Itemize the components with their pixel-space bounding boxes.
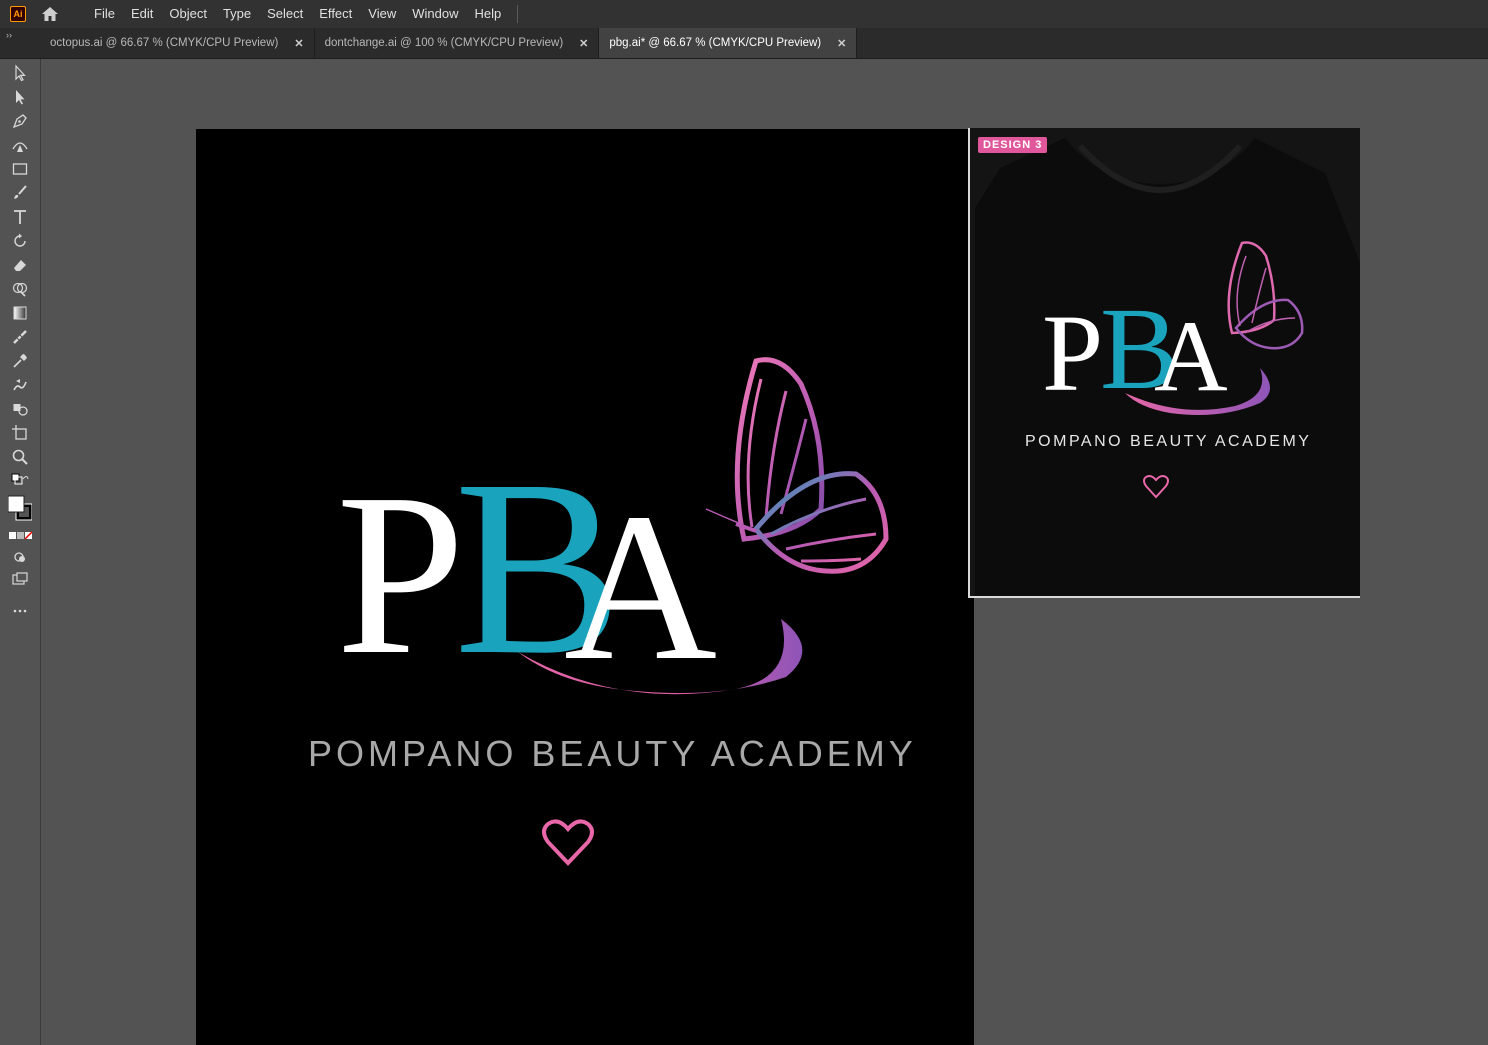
- close-icon[interactable]: ✕: [294, 37, 303, 50]
- more-tools-icon[interactable]: [8, 601, 32, 621]
- blend-icon[interactable]: [8, 375, 32, 395]
- panel-expand-icon[interactable]: ››: [6, 30, 12, 40]
- reference-image[interactable]: DESIGN 3 P B A POMPANO BEAUTY ACADEMY: [968, 128, 1360, 598]
- fill-stroke-icon[interactable]: [8, 491, 32, 527]
- measure-icon[interactable]: [8, 327, 32, 347]
- type-icon[interactable]: [8, 207, 32, 227]
- direct-selection-icon[interactable]: [8, 87, 32, 107]
- screen-mode-icon[interactable]: [8, 569, 32, 589]
- gradient-icon[interactable]: [8, 303, 32, 323]
- tagline: POMPANO BEAUTY ACADEMY: [308, 733, 917, 774]
- tab-label: pbg.ai* @ 66.67 % (CMYK/CPU Preview): [609, 37, 822, 49]
- default-colors-icon[interactable]: [8, 473, 32, 487]
- curvature-icon[interactable]: [8, 135, 32, 155]
- illustrator-logo-icon[interactable]: Ai: [10, 6, 26, 22]
- tools-panel: [0, 59, 41, 1045]
- menu-window[interactable]: Window: [404, 0, 466, 28]
- letter-p: P: [336, 446, 466, 703]
- tab-octopus[interactable]: octopus.ai @ 66.67 % (CMYK/CPU Preview) …: [40, 28, 315, 58]
- close-icon[interactable]: ✕: [837, 37, 846, 50]
- ref-letter-p: P: [1042, 292, 1104, 414]
- menu-divider: [517, 5, 519, 23]
- design-badge: DESIGN 3: [978, 137, 1048, 153]
- menu-help[interactable]: Help: [466, 0, 509, 28]
- menu-view[interactable]: View: [360, 0, 404, 28]
- draw-mode-icon[interactable]: [8, 547, 32, 567]
- menu-file[interactable]: File: [86, 0, 123, 28]
- menu-object[interactable]: Object: [161, 0, 215, 28]
- letter-a: A: [564, 469, 718, 704]
- menu-bar: Ai File Edit Object Type Select Effect V…: [0, 0, 1488, 28]
- menu-type[interactable]: Type: [215, 0, 259, 28]
- artboard[interactable]: P B A POMPANO BEAUTY ACADEMY: [196, 129, 974, 1045]
- artboard-icon[interactable]: [8, 423, 32, 443]
- heart-icon: [542, 819, 594, 866]
- menu-effect[interactable]: Effect: [311, 0, 360, 28]
- tab-label: octopus.ai @ 66.67 % (CMYK/CPU Preview): [50, 37, 279, 49]
- ref-letter-a: A: [1154, 300, 1228, 413]
- eraser-icon[interactable]: [8, 255, 32, 275]
- paintbrush-icon[interactable]: [8, 183, 32, 203]
- tab-label: dontchange.ai @ 100 % (CMYK/CPU Preview): [324, 37, 564, 49]
- tab-pbg[interactable]: pbg.ai* @ 66.67 % (CMYK/CPU Preview) ✕: [599, 28, 858, 58]
- document-tab-bar: ›› octopus.ai @ 66.67 % (CMYK/CPU Previe…: [0, 28, 1488, 59]
- pen-icon[interactable]: [8, 111, 32, 131]
- close-icon[interactable]: ✕: [579, 37, 588, 50]
- tab-dontchange[interactable]: dontchange.ai @ 100 % (CMYK/CPU Preview)…: [314, 28, 600, 58]
- menu-edit[interactable]: Edit: [123, 0, 161, 28]
- color-mode-icon[interactable]: [8, 529, 32, 543]
- shape-builder-icon[interactable]: [8, 279, 32, 299]
- menu-select[interactable]: Select: [259, 0, 311, 28]
- rectangle-icon[interactable]: [8, 159, 32, 179]
- ref-tagline: POMPANO BEAUTY ACADEMY: [1025, 433, 1312, 450]
- menu-items: File Edit Object Type Select Effect View…: [86, 0, 509, 28]
- eyedropper-icon[interactable]: [8, 351, 32, 371]
- home-icon[interactable]: [40, 4, 60, 24]
- live-paint-icon[interactable]: [8, 399, 32, 419]
- butterfly-icon: [705, 357, 889, 574]
- zoom-icon[interactable]: [8, 447, 32, 467]
- rotate-icon[interactable]: [8, 231, 32, 251]
- selection-icon[interactable]: [8, 63, 32, 83]
